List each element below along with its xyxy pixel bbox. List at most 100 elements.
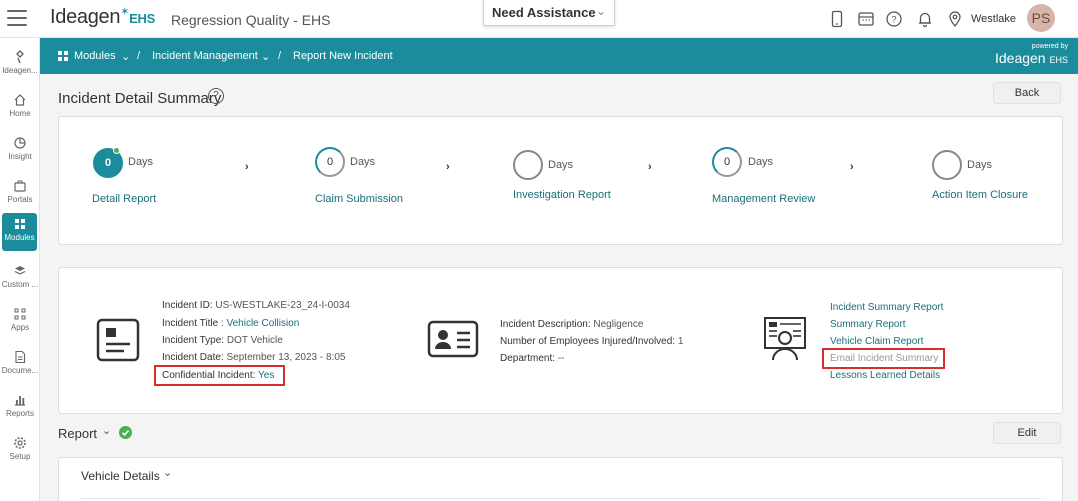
breadcrumb-separator: / (137, 50, 141, 62)
step-days: Days (128, 156, 154, 168)
modules-icon (14, 219, 25, 229)
report-section-title[interactable]: Report (58, 426, 97, 441)
step-days: Days (350, 156, 376, 168)
incident-title-value[interactable]: Vehicle Collision (226, 318, 299, 329)
sidebar-item-label: Portals (7, 195, 33, 204)
chevron-down-icon: ⌄ (595, 4, 606, 18)
department: Department: -- (500, 353, 564, 364)
mobile-icon[interactable] (828, 10, 846, 28)
breadcrumb-current: Report New Incident (293, 50, 393, 62)
chevron-down-icon[interactable]: ⌄ (261, 50, 270, 63)
id-card-icon (427, 320, 479, 358)
department-label: Department: (500, 353, 556, 364)
sidebar-item-reports[interactable]: Reports (0, 389, 40, 427)
step-claim-submission[interactable]: Claim Submission (315, 193, 403, 205)
check-icon (113, 147, 120, 154)
hamburger-menu-icon[interactable] (7, 10, 27, 26)
help-icon[interactable]: ? (208, 88, 224, 104)
incident-type-label: Incident Type: (162, 335, 225, 346)
back-button[interactable]: Back (993, 82, 1061, 104)
vehicle-claim-report-link[interactable]: Vehicle Claim Report (830, 336, 923, 347)
powered-by-text: powered by (1031, 43, 1068, 50)
need-assistance-dropdown[interactable]: Need Assistance ⌄ (483, 0, 615, 26)
incident-summary-report-link[interactable]: Incident Summary Report (830, 302, 943, 313)
chevron-right-icon: › (446, 161, 450, 173)
help-circle-icon[interactable]: ? (885, 10, 903, 28)
logo-ehs: EHS (129, 11, 155, 26)
incident-id-value: US-WESTLAKE-23_24-I-0034 (215, 300, 350, 311)
sidebar-item-label: Insight (8, 152, 32, 161)
sidebar-item-label: Home (9, 109, 31, 118)
success-check-icon (119, 426, 132, 439)
incident-title-label: Incident Title : (162, 318, 224, 329)
powered-logo-text: Ideagen (994, 50, 1046, 66)
summary-report-link[interactable]: Summary Report (830, 319, 906, 330)
sidebar-item-label: Ideagen... (2, 66, 38, 75)
step-detail-report[interactable]: Detail Report (92, 193, 156, 205)
employees-injured-value: 1 (677, 336, 684, 347)
location-pin-icon[interactable] (946, 10, 964, 28)
incident-date-value: September 13, 2023 - 8:05 (226, 352, 346, 363)
confidential-value: Yes (258, 370, 275, 381)
custom-icon (14, 266, 26, 275)
confidential-label: Confidential Incident: (162, 370, 256, 381)
step-days: Days (967, 159, 993, 171)
sidebar-item-home[interactable]: Home (0, 89, 40, 127)
incident-title: Incident Title : Vehicle Collision (162, 318, 299, 329)
edit-button[interactable]: Edit (993, 422, 1061, 444)
sidebar-item-portals[interactable]: Portals (0, 175, 40, 213)
organization-name[interactable]: Westlake (971, 13, 1016, 25)
sidebar-item-setup[interactable]: Setup (0, 432, 40, 470)
incident-id: Incident ID: US-WESTLAKE-23_24-I-0034 (162, 300, 350, 311)
documents-icon (15, 350, 26, 364)
sidebar-item-label: Setup (9, 452, 31, 461)
incident-type: Incident Type: DOT Vehicle (162, 335, 283, 346)
reports-icon (15, 396, 25, 406)
calendar-icon[interactable] (857, 10, 875, 28)
step-days: Days (548, 159, 574, 171)
breadcrumb-modules[interactable]: Modules (74, 50, 116, 62)
insight-icon (14, 137, 26, 149)
need-assistance-label: Need Assistance (492, 5, 596, 20)
apps-icon (14, 308, 26, 320)
left-sidebar: Ideagen... Home Insight Portals Modules … (0, 38, 40, 501)
incident-date: Incident Date: September 13, 2023 - 8:05 (162, 352, 345, 363)
incident-info-card: Incident ID: US-WESTLAKE-23_24-I-0034 In… (58, 267, 1063, 414)
sidebar-item-label: Modules (4, 233, 35, 242)
step-investigation-report[interactable]: Investigation Report (513, 189, 611, 201)
lessons-learned-details-link[interactable]: Lessons Learned Details (830, 370, 940, 381)
notification-bell-icon[interactable] (916, 10, 934, 28)
employees-injured: Number of Employees Injured/Involved: 1 (500, 336, 683, 347)
sidebar-item-apps[interactable]: Apps (0, 303, 40, 341)
vehicle-details-title[interactable]: Vehicle Details (81, 469, 160, 483)
sidebar-item-label: Apps (10, 323, 30, 332)
incident-id-label: Incident ID: (162, 300, 213, 311)
step-management-review[interactable]: Management Review (712, 193, 815, 205)
sidebar-item-modules[interactable]: Modules (2, 213, 37, 251)
breadcrumb-bar: Modules ⌄ / Incident Management ⌄ / Repo… (40, 38, 1078, 74)
app-title: Regression Quality - EHS (171, 12, 331, 28)
modules-grid-icon (58, 51, 68, 61)
sidebar-item-ideagen[interactable]: Ideagen... (0, 46, 40, 84)
breadcrumb-incident-management[interactable]: Incident Management (152, 50, 258, 62)
top-bar: Ideagen✶EHS Regression Quality - EHS Nee… (0, 0, 1078, 38)
confidential-incident: Confidential Incident: Yes (162, 370, 274, 381)
sidebar-item-documents[interactable]: Docume... (0, 346, 40, 384)
breadcrumb-separator: / (278, 50, 282, 62)
user-avatar[interactable]: PS (1027, 4, 1055, 32)
step-action-item-closure-circle (932, 150, 962, 180)
incident-date-label: Incident Date: (162, 352, 224, 363)
incident-document-icon (96, 318, 140, 362)
chevron-down-icon[interactable]: ⌄ (102, 424, 111, 437)
email-incident-summary-link[interactable]: Email Incident Summary (830, 353, 938, 364)
incident-type-value: DOT Vehicle (226, 335, 283, 346)
chevron-down-icon[interactable]: ⌄ (121, 50, 130, 63)
sidebar-item-custom[interactable]: Custom ... (0, 260, 40, 298)
step-investigation-report-circle (513, 150, 543, 180)
portals-icon (14, 180, 26, 192)
incident-description-value: Negligence (593, 319, 644, 330)
chevron-down-icon[interactable]: ⌄ (163, 466, 172, 479)
ideagen-logo[interactable]: Ideagen✶EHS (50, 6, 155, 29)
step-action-item-closure[interactable]: Action Item Closure (932, 189, 1028, 201)
sidebar-item-insight[interactable]: Insight (0, 132, 40, 170)
